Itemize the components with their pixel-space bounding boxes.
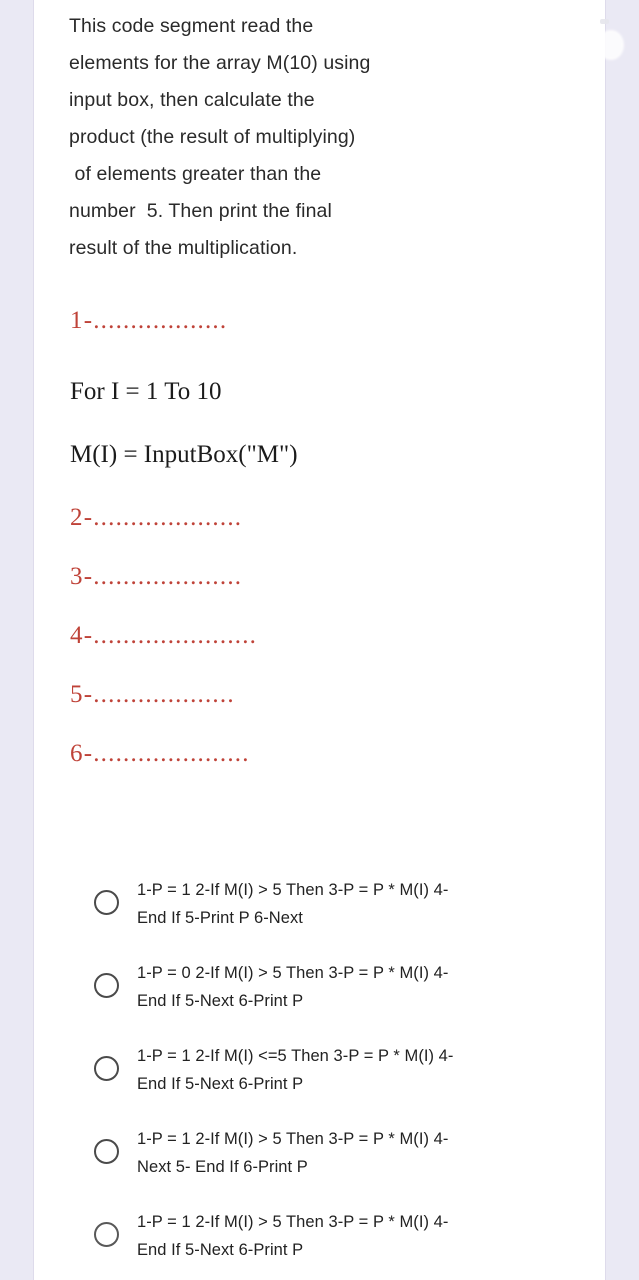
code-blank-6: 6-.....................: [70, 740, 250, 767]
answer-option-1[interactable]: 1-P = 1 2-If M(I) > 5 Then 3-P = P * M(I…: [70, 876, 610, 932]
answer-option-5-label: 1-P = 1 2-If M(I) > 5 Then 3-P = P * M(I…: [137, 1208, 577, 1264]
right-gutter: [606, 0, 639, 1280]
radio-button-option-5[interactable]: [94, 1222, 119, 1247]
answer-options: 1-P = 1 2-If M(I) > 5 Then 3-P = P * M(I…: [70, 876, 610, 1280]
prompt-line-2: elements for the array M(10) using: [69, 52, 371, 74]
answer-option-4-label: 1-P = 1 2-If M(I) > 5 Then 3-P = P * M(I…: [137, 1125, 577, 1181]
answer-option-1-line-2: End If 5-Print P 6-Next: [137, 909, 303, 927]
prompt-line-5: of elements greater than the: [69, 163, 322, 185]
page-artifact: [600, 19, 609, 24]
question-page: This code segment read the elements for …: [0, 0, 639, 1280]
answer-option-5[interactable]: 1-P = 1 2-If M(I) > 5 Then 3-P = P * M(I…: [70, 1208, 610, 1264]
answer-option-4-line-2: Next 5- End If 6-Print P: [137, 1158, 308, 1176]
code-listing: 1-.................. For I = 1 To 10 M(I…: [70, 308, 550, 766]
code-for-line: For I = 1 To 10: [70, 378, 222, 405]
answer-option-1-label: 1-P = 1 2-If M(I) > 5 Then 3-P = P * M(I…: [137, 876, 577, 932]
prompt-line-7: result of the multiplication.: [69, 237, 298, 259]
prompt-line-4: product (the result of multiplying): [69, 126, 356, 148]
answer-option-1-line-1: 1-P = 1 2-If M(I) > 5 Then 3-P = P * M(I…: [137, 881, 449, 899]
answer-option-2[interactable]: 1-P = 0 2-If M(I) > 5 Then 3-P = P * M(I…: [70, 959, 610, 1015]
answer-option-5-line-1: 1-P = 1 2-If M(I) > 5 Then 3-P = P * M(I…: [137, 1213, 449, 1231]
answer-option-2-line-1: 1-P = 0 2-If M(I) > 5 Then 3-P = P * M(I…: [137, 964, 449, 982]
answer-option-5-line-2: End If 5-Next 6-Print P: [137, 1241, 304, 1259]
code-blank-3: 3-....................: [70, 563, 243, 590]
answer-option-2-label: 1-P = 0 2-If M(I) > 5 Then 3-P = P * M(I…: [137, 959, 577, 1015]
answer-option-4[interactable]: 1-P = 1 2-If M(I) > 5 Then 3-P = P * M(I…: [70, 1125, 610, 1181]
answer-option-3-label: 1-P = 1 2-If M(I) <=5 Then 3-P = P * M(I…: [137, 1042, 577, 1098]
answer-option-3-line-1: 1-P = 1 2-If M(I) <=5 Then 3-P = P * M(I…: [137, 1047, 454, 1065]
question-card: This code segment read the elements for …: [34, 0, 609, 1280]
scroll-bubble-indicator: [598, 30, 624, 60]
radio-button-option-2[interactable]: [94, 973, 119, 998]
question-prompt: This code segment read the elements for …: [69, 8, 489, 267]
answer-option-2-line-2: End If 5-Next 6-Print P: [137, 992, 304, 1010]
left-gutter: [0, 0, 33, 1280]
code-inputbox-line: M(I) = InputBox("M"): [70, 441, 298, 468]
radio-button-option-3[interactable]: [94, 1056, 119, 1081]
code-blank-5: 5-...................: [70, 681, 235, 708]
code-blank-2: 2-....................: [70, 504, 243, 531]
prompt-line-6: number 5. Then print the final: [69, 200, 332, 222]
code-blank-4: 4-......................: [70, 622, 258, 649]
answer-option-3[interactable]: 1-P = 1 2-If M(I) <=5 Then 3-P = P * M(I…: [70, 1042, 610, 1098]
radio-button-option-1[interactable]: [94, 890, 119, 915]
answer-option-4-line-1: 1-P = 1 2-If M(I) > 5 Then 3-P = P * M(I…: [137, 1130, 449, 1148]
answer-option-3-line-2: End If 5-Next 6-Print P: [137, 1075, 304, 1093]
radio-button-option-4[interactable]: [94, 1139, 119, 1164]
prompt-line-1: This code segment read the: [69, 15, 314, 37]
code-blank-1: 1-..................: [70, 307, 228, 334]
prompt-line-3: input box, then calculate the: [69, 89, 315, 111]
